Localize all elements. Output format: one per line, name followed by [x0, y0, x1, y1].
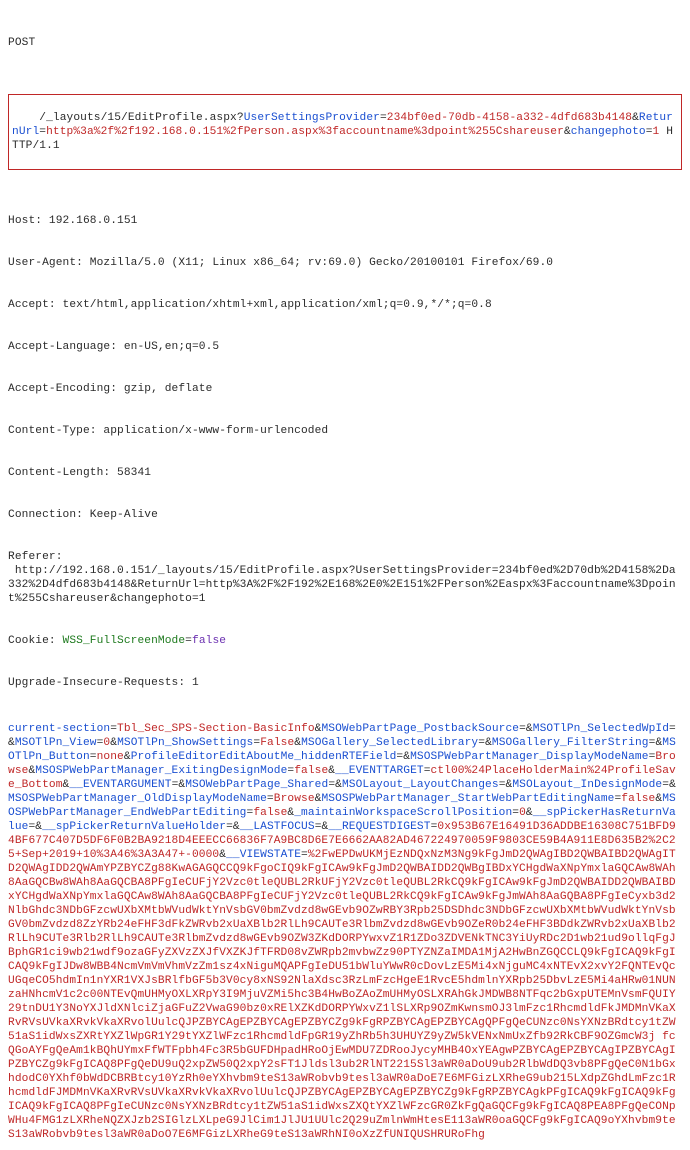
header-user-agent: User-Agent: Mozilla/5.0 (X11; Linux x86_…: [8, 256, 682, 270]
param1-name: UserSettingsProvider: [244, 112, 380, 124]
header-content-type: Content-Type: application/x-www-form-url…: [8, 424, 682, 438]
cookie-value: false: [192, 635, 226, 647]
header-cookie: Cookie: WSS_FullScreenMode=false: [8, 634, 682, 648]
header-accept: Accept: text/html,application/xhtml+xml,…: [8, 298, 682, 312]
viewstate-value: %2FwEPDwUKMjEzNDQxNzM3Ng9kFgJmD2QWAgIBD2…: [8, 849, 676, 1141]
param3-name: changephoto: [571, 126, 646, 138]
body-param: current-section: [8, 723, 110, 735]
path-prefix: /_layouts/15/EditProfile.aspx?: [39, 112, 243, 124]
request-method: POST: [8, 36, 682, 50]
http-request-section: POST /_layouts/15/EditProfile.aspx?UserS…: [8, 8, 682, 704]
header-connection: Connection: Keep-Alive: [8, 508, 682, 522]
body-value: Tbl_Sec_SPS-Section-BasicInfo: [117, 723, 315, 735]
param1-value: 234bf0ed-70db-4158-a332-4dfd683b4148: [387, 112, 632, 124]
header-content-length: Content-Length: 58341: [8, 466, 682, 480]
cookie-key: WSS_FullScreenMode: [56, 635, 185, 647]
header-accept-language: Accept-Language: en-US,en;q=0.5: [8, 340, 682, 354]
header-accept-encoding: Accept-Encoding: gzip, deflate: [8, 382, 682, 396]
header-host: Host: 192.168.0.151: [8, 214, 682, 228]
param2-value: http%3a%2f%2f192.168.0.151%2fPerson.aspx…: [46, 126, 564, 138]
header-upgrade-insecure-requests: Upgrade-Insecure-Requests: 1: [8, 676, 682, 690]
http-body-section: current-section=Tbl_Sec_SPS-Section-Basi…: [8, 708, 682, 1142]
header-referer: Referer: http://192.168.0.151/_layouts/1…: [8, 550, 682, 606]
request-line-box: /_layouts/15/EditProfile.aspx?UserSettin…: [8, 94, 682, 170]
